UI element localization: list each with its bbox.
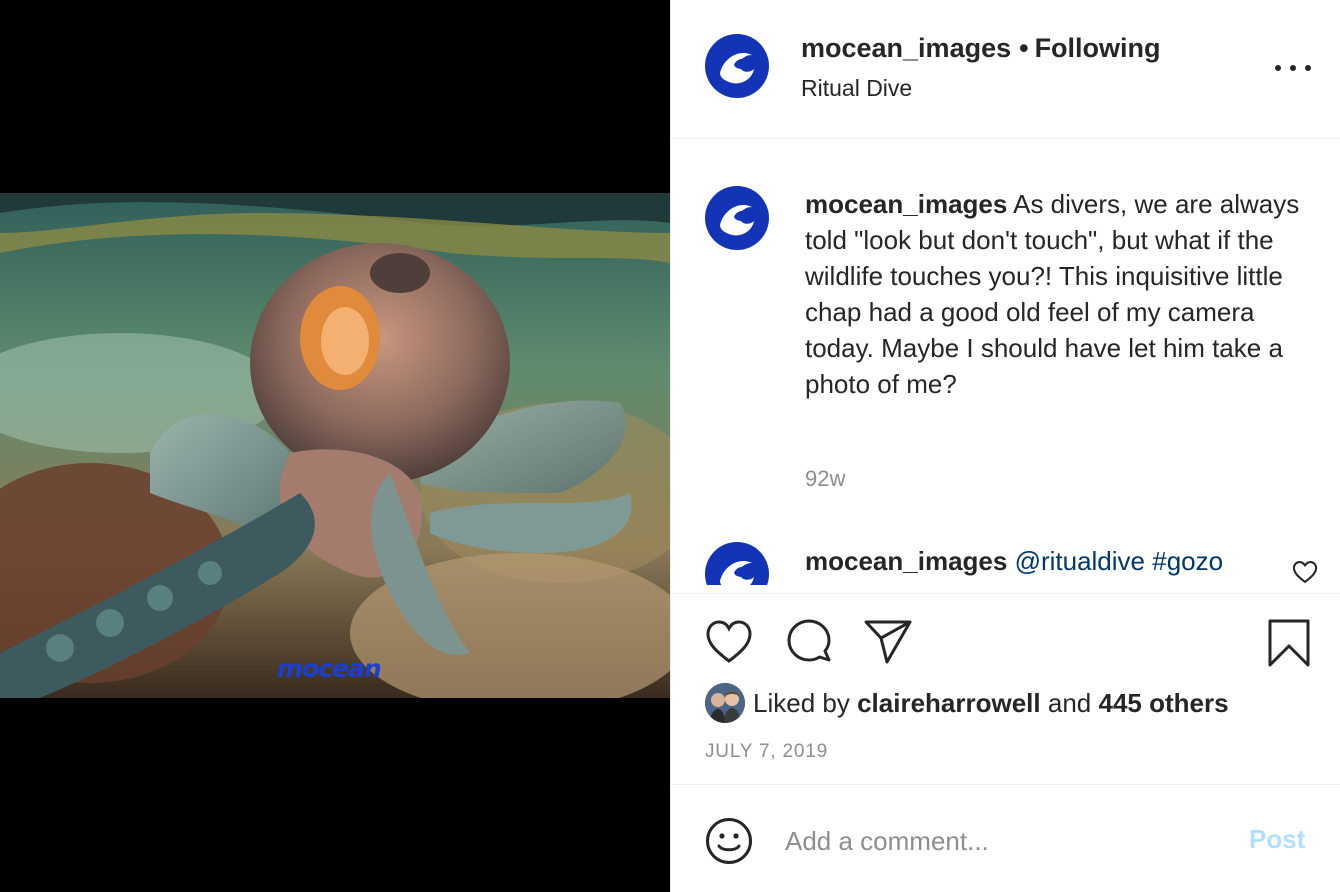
caption-timestamp[interactable]: 92w <box>805 466 845 492</box>
post-actions: Liked by claireharrowell and 445 others … <box>671 593 1340 783</box>
emoji-icon[interactable] <box>705 817 753 865</box>
post-comment-button[interactable]: Post <box>1249 824 1305 855</box>
comment-author-avatar[interactable] <box>705 542 769 585</box>
comment-username[interactable]: mocean_images <box>805 546 1007 576</box>
wave-logo-icon <box>720 561 754 585</box>
mocean-watermark: mocean <box>277 654 382 683</box>
post-header: mocean_images • Following Ritual Dive <box>671 0 1340 139</box>
caption-author-avatar[interactable] <box>705 186 769 250</box>
wave-logo-icon <box>720 53 754 84</box>
location-link[interactable]: Ritual Dive <box>801 75 912 102</box>
couple-photo-avatar <box>705 683 745 723</box>
post-media-panel: mocean <box>0 0 670 892</box>
others-count-link[interactable]: 445 others <box>1098 688 1228 719</box>
liker-avatar[interactable] <box>705 683 745 723</box>
liked-by-prefix: Liked by <box>753 687 850 718</box>
liked-by-connector: and <box>1047 687 1092 718</box>
comment-icon[interactable] <box>785 618 833 666</box>
author-avatar[interactable] <box>705 34 769 98</box>
octopus-photo <box>0 193 670 698</box>
hashtag-link[interactable]: #gozo <box>1152 546 1223 576</box>
liker-username[interactable]: claireharrowell <box>857 688 1041 719</box>
mention-link[interactable]: @ritualdive <box>1015 546 1145 576</box>
header-name-row: mocean_images • Following <box>801 33 1161 64</box>
caption-username[interactable]: mocean_images <box>805 189 1007 219</box>
caption-body: As divers, we are always told "look but … <box>805 189 1300 399</box>
wave-logo-icon <box>720 205 754 236</box>
heart-icon[interactable] <box>705 619 753 665</box>
comments-section[interactable]: mocean_images As divers, we are always t… <box>671 140 1340 585</box>
comment-text: mocean_images @ritualdive #gozo <box>805 543 1223 579</box>
more-options-icon[interactable] <box>1275 54 1311 82</box>
likes-summary: Liked by claireharrowell and 445 others <box>705 683 1229 723</box>
author-username[interactable]: mocean_images <box>801 33 1011 63</box>
post-photo-octopus[interactable] <box>0 193 670 698</box>
add-comment-bar: Post <box>671 784 1340 892</box>
post-date[interactable]: JULY 7, 2019 <box>705 741 828 763</box>
following-button[interactable]: Following <box>1035 33 1161 63</box>
comment-like-heart-icon[interactable] <box>1291 558 1319 585</box>
share-icon[interactable] <box>863 619 913 665</box>
add-comment-input[interactable] <box>785 821 1225 861</box>
caption-text: mocean_images As divers, we are always t… <box>805 186 1315 402</box>
post-side-panel: mocean_images • Following Ritual Dive moce… <box>670 0 1340 892</box>
separator-dot: • <box>1019 33 1029 63</box>
bookmark-icon[interactable] <box>1267 618 1311 668</box>
